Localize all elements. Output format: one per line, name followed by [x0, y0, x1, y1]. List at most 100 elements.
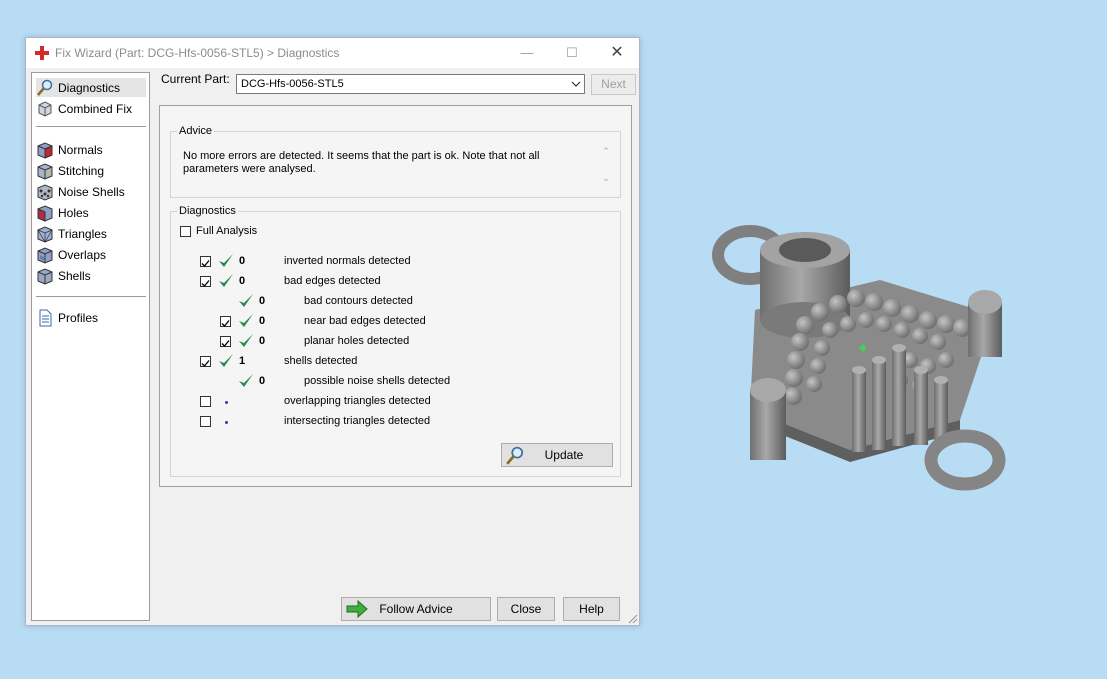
- sidebar-item-holes[interactable]: Holes: [36, 203, 146, 222]
- overlaps-cube-icon: [36, 246, 54, 264]
- title-bar[interactable]: Fix Wizard (Part: DCG-Hfs-0056-STL5) > D…: [26, 38, 639, 68]
- sidebar-item-label: Noise Shells: [58, 184, 125, 199]
- noise-shells-label: possible noise shells detected: [304, 375, 451, 387]
- inverted-normals-checkbox[interactable]: [200, 256, 211, 267]
- update-label: Update: [544, 448, 584, 462]
- diagnostics-panel: Advice No more errors are detected. It s…: [159, 105, 632, 487]
- shells-label: shells detected: [284, 355, 358, 367]
- noise-shells-icon: [36, 183, 54, 201]
- red-cross-icon: [35, 46, 49, 60]
- overlapping-triangles-label: overlapping triangles detected: [284, 395, 431, 407]
- shells-count: 1: [239, 355, 246, 367]
- bad-edges-checkbox[interactable]: [200, 276, 211, 287]
- current-part-value: DCG-Hfs-0056-STL5: [241, 78, 344, 90]
- window-title: Fix Wizard (Part: DCG-Hfs-0056-STL5) > D…: [55, 46, 340, 60]
- help-button[interactable]: Help: [563, 597, 620, 621]
- bad-edges-count: 0: [239, 275, 246, 287]
- green-arrow-right-icon: [346, 600, 368, 618]
- near-bad-edges-count: 0: [259, 315, 266, 327]
- bad-edges-label: bad edges detected: [284, 275, 381, 287]
- sidebar-item-label: Overlaps: [58, 247, 107, 262]
- inverted-normals-label: inverted normals detected: [284, 255, 411, 267]
- sidebar-item-label: Stitching: [58, 163, 105, 178]
- advice-text: No more errors are detected. It seems th…: [183, 150, 540, 175]
- inverted-normals-count: 0: [239, 255, 246, 267]
- near-bad-edges-checkbox[interactable]: [220, 316, 231, 327]
- sidebar: Diagnostics Combined Fix Normals Stitchi…: [31, 72, 150, 621]
- close-window-button[interactable]: ✕: [594, 38, 640, 68]
- diagnostics-group: Diagnostics Full Analysis 0 inverted nor…: [170, 205, 621, 477]
- sidebar-item-shells[interactable]: Shells: [36, 266, 146, 285]
- sidebar-item-label: Profiles: [58, 310, 99, 325]
- maximize-button[interactable]: ☐: [549, 38, 595, 68]
- shells-checkbox[interactable]: [200, 356, 211, 367]
- bad-contours-label: bad contours detected: [304, 295, 413, 307]
- advice-title: Advice: [177, 125, 215, 137]
- green-check-icon: [239, 374, 253, 387]
- sidebar-item-diagnostics[interactable]: Diagnostics: [36, 78, 146, 97]
- holes-cube-icon: [36, 204, 54, 222]
- close-button[interactable]: Close: [497, 597, 555, 621]
- triangles-cube-icon: [36, 225, 54, 243]
- 3d-part-model[interactable]: [710, 220, 1030, 495]
- sidebar-item-overlaps[interactable]: Overlaps: [36, 245, 146, 264]
- chevron-down-icon: [571, 81, 581, 87]
- checkmark-icon: [201, 280, 210, 287]
- scroll-down-icon[interactable]: ⌄: [600, 173, 612, 184]
- shells-cube-icon: [36, 267, 54, 285]
- full-analysis-label: Full Analysis: [196, 225, 258, 237]
- intersecting-triangles-checkbox[interactable]: [200, 416, 211, 427]
- resize-grip-icon[interactable]: [628, 614, 638, 624]
- advice-group: Advice No more errors are detected. It s…: [170, 125, 621, 198]
- normals-cube-icon: [36, 141, 54, 159]
- fix-wizard-window: Fix Wizard (Part: DCG-Hfs-0056-STL5) > D…: [25, 37, 640, 626]
- magnifier-icon: [36, 79, 54, 97]
- overlapping-triangles-checkbox[interactable]: [200, 396, 211, 407]
- sidebar-item-stitching[interactable]: Stitching: [36, 161, 146, 180]
- stitching-cube-icon: [36, 162, 54, 180]
- green-check-icon: [239, 334, 253, 347]
- planar-holes-count: 0: [259, 335, 266, 347]
- near-bad-edges-label: near bad edges detected: [304, 315, 426, 327]
- green-check-icon: [219, 354, 233, 367]
- sidebar-item-profiles[interactable]: Profiles: [36, 308, 146, 327]
- checkmark-icon: [221, 340, 230, 347]
- sidebar-item-label: Diagnostics: [58, 80, 121, 95]
- follow-advice-button[interactable]: Follow Advice: [341, 597, 491, 621]
- sidebar-item-label: Normals: [58, 142, 103, 157]
- green-check-icon: [239, 294, 253, 307]
- sidebar-item-label: Triangles: [58, 226, 107, 241]
- minimize-button[interactable]: —: [504, 38, 550, 68]
- current-part-label: Current Part:: [161, 72, 230, 86]
- intersecting-triangles-label: intersecting triangles detected: [284, 415, 431, 427]
- green-check-icon: [239, 314, 253, 327]
- sidebar-item-triangles[interactable]: Triangles: [36, 224, 146, 243]
- sidebar-item-combined-fix[interactable]: Combined Fix: [36, 99, 146, 118]
- scroll-up-icon[interactable]: ⌃: [600, 146, 612, 157]
- pending-dot-icon: [225, 421, 228, 424]
- sidebar-item-normals[interactable]: Normals: [36, 140, 146, 159]
- sidebar-item-label: Shells: [58, 268, 91, 283]
- checkmark-icon: [221, 320, 230, 327]
- full-analysis-checkbox[interactable]: [180, 226, 191, 237]
- planar-holes-checkbox[interactable]: [220, 336, 231, 347]
- sidebar-item-noise-shells[interactable]: Noise Shells: [36, 182, 146, 201]
- sidebar-item-label: Combined Fix: [58, 101, 133, 116]
- checkmark-icon: [201, 360, 210, 367]
- magnifier-icon: [506, 446, 524, 465]
- sidebar-divider: [36, 296, 146, 297]
- noise-shells-count: 0: [259, 375, 266, 387]
- advice-scrollbar[interactable]: ⌃ ⌄: [600, 146, 612, 192]
- diagnostics-title: Diagnostics: [177, 205, 238, 217]
- next-button[interactable]: Next: [591, 74, 636, 95]
- update-button[interactable]: Update: [501, 443, 613, 467]
- current-part-select[interactable]: DCG-Hfs-0056-STL5: [236, 74, 585, 94]
- sidebar-item-label: Holes: [58, 205, 89, 220]
- planar-holes-label: planar holes detected: [304, 335, 410, 347]
- green-check-icon: [219, 254, 233, 267]
- combined-fix-icon: [36, 100, 54, 118]
- sidebar-divider: [36, 126, 146, 127]
- profiles-document-icon: [36, 309, 54, 327]
- follow-advice-label: Follow Advice: [379, 602, 453, 616]
- checkmark-icon: [201, 260, 210, 267]
